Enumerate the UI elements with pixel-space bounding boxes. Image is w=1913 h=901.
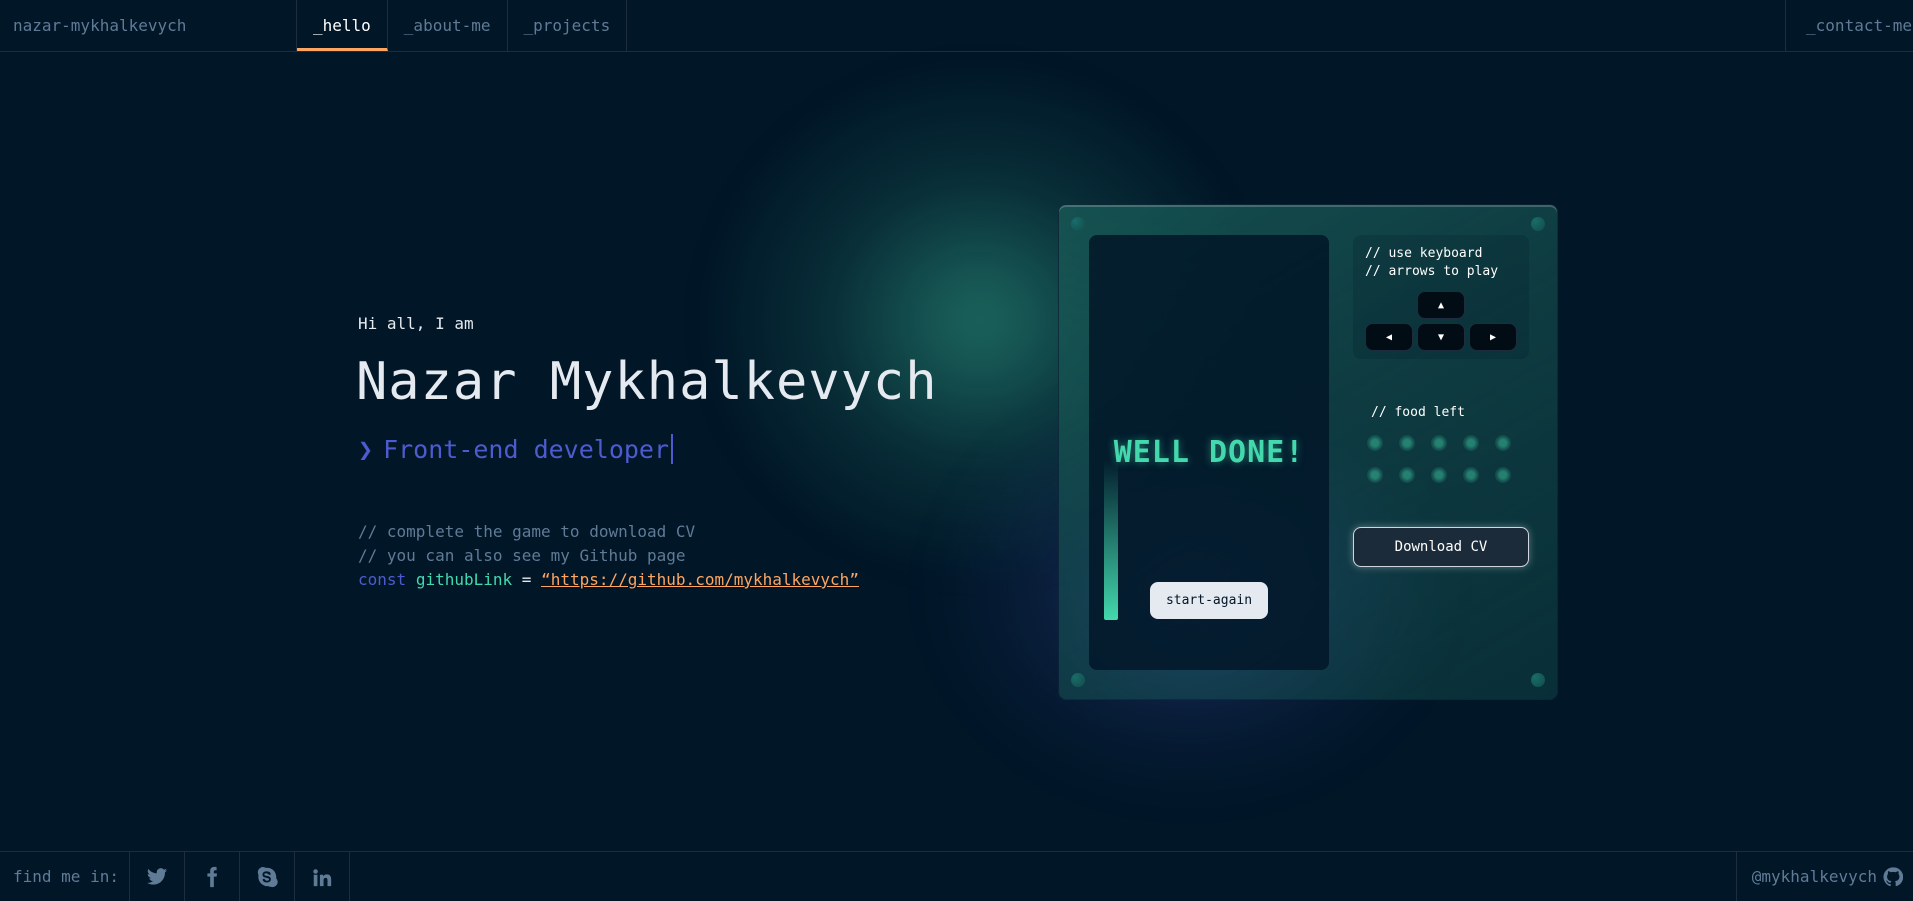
download-cv-button[interactable]: Download CV <box>1353 527 1529 567</box>
linkedin-link[interactable] <box>295 852 350 901</box>
arrow-right-key[interactable]: ▶ <box>1469 323 1517 351</box>
arrow-down-key[interactable]: ▼ <box>1417 323 1465 351</box>
tab-projects[interactable]: _projects <box>508 0 628 51</box>
top-navbar: nazar-mykhalkevych _hello _about-me _pro… <box>0 0 1913 52</box>
chevron-right-icon: ❯ <box>358 434 374 464</box>
linkedin-icon <box>313 868 332 886</box>
skype-icon <box>257 866 278 887</box>
code-keyword: const <box>358 570 407 589</box>
instructions-line-1: // use keyboard <box>1365 246 1483 261</box>
screw-icon <box>1531 217 1545 231</box>
food-dot <box>1495 435 1511 451</box>
tab-about-me[interactable]: _about-me <box>388 0 508 51</box>
food-left-grid <box>1367 435 1511 483</box>
keyboard-controls-panel: // use keyboard // arrows to play ▲ ◀ ▼ … <box>1353 235 1529 359</box>
code-line: const githubLink = “https://github.com/m… <box>358 568 859 592</box>
snake-game-board: WELL DONE! start-again // use keyboard /… <box>1058 204 1558 700</box>
arrow-up-key[interactable]: ▲ <box>1417 291 1465 319</box>
screw-icon <box>1531 673 1545 687</box>
food-dot <box>1399 435 1415 451</box>
food-dot <box>1431 435 1447 451</box>
tab-contact-me[interactable]: _contact-me <box>1785 0 1913 51</box>
facebook-icon <box>207 866 218 887</box>
food-dot <box>1399 467 1415 483</box>
find-me-label: find me in: <box>0 852 130 901</box>
food-dot <box>1495 467 1511 483</box>
start-again-button[interactable]: start-again <box>1150 582 1268 619</box>
game-screen[interactable]: WELL DONE! start-again <box>1089 235 1329 670</box>
developer-role: ❯ Front-end developer <box>358 434 674 464</box>
skype-link[interactable] <box>240 852 295 901</box>
screw-icon <box>1071 217 1085 231</box>
instructions-line-2: // arrows to play <box>1365 264 1499 279</box>
facebook-link[interactable] <box>185 852 240 901</box>
code-comments: // complete the game to download CV // y… <box>358 520 859 592</box>
comment-line-1: // complete the game to download CV <box>358 522 696 541</box>
role-text: Front-end developer <box>383 434 670 464</box>
comment-line-2: // you can also see my Github page <box>358 546 686 565</box>
food-dot <box>1463 435 1479 451</box>
code-variable: githubLink <box>415 570 513 589</box>
typing-cursor <box>671 434 674 464</box>
snake-body <box>1104 460 1118 620</box>
food-dot <box>1463 467 1479 483</box>
navbar-spacer <box>627 0 1785 51</box>
developer-name: Nazar Mykhalkevych <box>356 352 938 412</box>
github-handle-link[interactable]: @mykhalkevych <box>1735 852 1913 901</box>
github-link[interactable]: “https://github.com/mykhalkevych” <box>541 570 859 589</box>
food-dot <box>1431 467 1447 483</box>
arrow-left-key[interactable]: ◀ <box>1365 323 1413 351</box>
github-handle: @mykhalkevych <box>1751 867 1877 886</box>
food-left-label: // food left <box>1371 405 1465 420</box>
tab-hello[interactable]: _hello <box>297 0 388 51</box>
screw-icon <box>1071 673 1085 687</box>
food-dot <box>1367 435 1383 451</box>
footer-bar: find me in: @mykhalkevych <box>0 851 1913 901</box>
food-dot <box>1367 467 1383 483</box>
code-equals: = <box>521 570 532 589</box>
twitter-link[interactable] <box>130 852 185 901</box>
twitter-icon <box>146 867 168 885</box>
greeting-text: Hi all, I am <box>358 314 474 333</box>
game-status-message: WELL DONE! <box>1113 435 1305 470</box>
site-logo[interactable]: nazar-mykhalkevych <box>0 0 297 51</box>
github-icon <box>1883 866 1903 886</box>
footer-spacer <box>350 852 1736 901</box>
controls-instructions: // use keyboard // arrows to play <box>1365 245 1498 281</box>
